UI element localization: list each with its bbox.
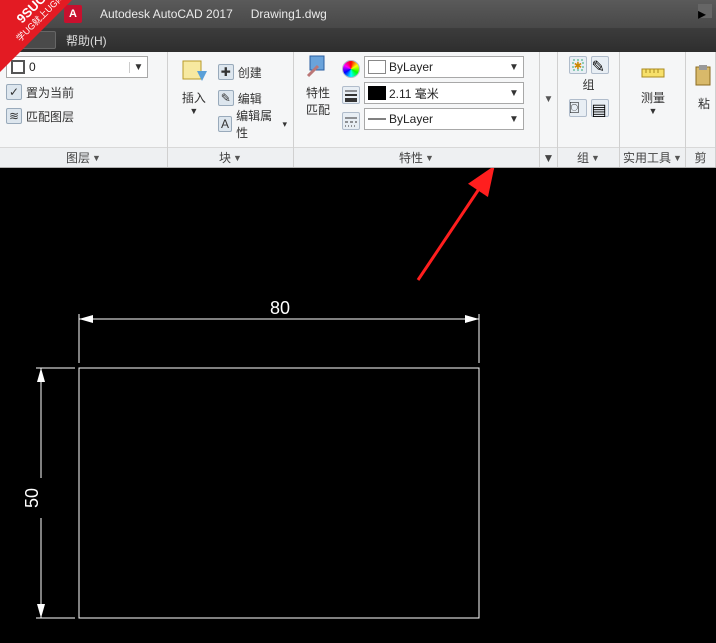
create-block-label: 创建	[238, 64, 262, 81]
lineweight-swatch	[368, 86, 386, 100]
lineweight-icon[interactable]	[342, 86, 360, 104]
edit-attr-icon: A	[218, 116, 232, 132]
panel-properties: 特性 匹配 ByLayer ▼	[294, 52, 540, 167]
match-prop-label2: 匹配	[306, 101, 330, 118]
title-right-icon: ▸	[698, 4, 712, 18]
set-current-label: 置为当前	[26, 84, 74, 101]
edit-attr-button[interactable]: A 编辑属性 ▾	[218, 114, 287, 134]
insert-block-button[interactable]: 插入 ▼	[174, 56, 214, 116]
panel-title-clipboard[interactable]: 剪	[686, 147, 715, 167]
menu-bar: 帮助(H)	[0, 28, 716, 52]
match-prop-label1: 特性	[306, 84, 330, 101]
panel-layers: 0 ▼ ✓ 置为当前 ≋ 匹配图层 图层▼	[0, 52, 168, 167]
panel-clipboard: 粘 剪	[686, 52, 716, 167]
color-swatch	[368, 60, 386, 74]
paste-button[interactable]: 粘	[692, 56, 716, 116]
insert-icon	[178, 56, 210, 87]
linetype-selector[interactable]: ByLayer ▼	[364, 108, 524, 130]
file-name: Drawing1.dwg	[251, 7, 327, 21]
clipboard-icon	[688, 61, 716, 93]
paste-label: 粘	[698, 95, 710, 112]
measure-icon	[637, 56, 669, 87]
linetype-swatch	[368, 112, 386, 126]
color-wheel-icon[interactable]	[342, 60, 360, 78]
panel-utilities: 测量 ▼ 实用工具▼	[620, 52, 686, 167]
chevron-down-icon: ▼	[129, 62, 147, 73]
chevron-down-icon: ▼	[505, 88, 523, 99]
edit-block-icon: ✎	[218, 90, 234, 106]
lineweight-selector[interactable]: 2.11 毫米 ▼	[364, 82, 524, 104]
linetype-icon[interactable]	[342, 112, 360, 130]
panel-title-properties[interactable]: 特性▼	[294, 147, 539, 167]
app-title: Autodesk AutoCAD 2017	[100, 7, 233, 21]
group-edit-icon[interactable]: ✎	[591, 56, 609, 74]
dimension-horizontal: 80	[79, 296, 479, 363]
quick-access-toolbar[interactable]	[8, 31, 56, 49]
color-selector[interactable]: ByLayer ▼	[364, 56, 524, 78]
panel-blocks: 插入 ▼ ✚ 创建 ✎ 编辑 A 编辑属性 ▾ 块▼	[168, 52, 294, 167]
measure-label: 测量	[641, 89, 665, 106]
create-block-icon: ✚	[218, 64, 234, 80]
linetype-value: ByLayer	[389, 112, 505, 126]
panel-title-layers[interactable]: 图层▼	[0, 147, 167, 167]
cad-rectangle	[79, 368, 479, 618]
set-current-layer-button[interactable]: ✓ 置为当前	[6, 82, 161, 102]
chevron-down-icon: ▼	[505, 62, 523, 73]
group-manager-icon[interactable]: ▤	[591, 99, 609, 117]
layer-selector[interactable]: 0 ▼	[6, 56, 148, 78]
dim-h-value: 80	[270, 298, 290, 318]
match-properties-button[interactable]: 特性 匹配	[300, 56, 336, 116]
autocad-icon: A	[64, 5, 82, 23]
match-prop-icon	[302, 54, 334, 82]
edit-block-label: 编辑	[238, 90, 262, 107]
current-layer: 0	[29, 60, 129, 74]
match-layer-icon: ≋	[6, 108, 22, 124]
panel-title-utilities[interactable]: 实用工具▼	[620, 147, 685, 167]
ribbon: 0 ▼ ✓ 置为当前 ≋ 匹配图层 图层▼ 插入 ▼	[0, 52, 716, 168]
set-current-icon: ✓	[6, 84, 22, 100]
measure-button[interactable]: 测量 ▼	[626, 56, 680, 116]
panel-expand[interactable]: ▼ ▼	[540, 52, 558, 167]
drawing-canvas[interactable]: 80 50	[0, 168, 716, 643]
panel-title-groups[interactable]: 组▼	[558, 147, 619, 167]
dim-v-value: 50	[22, 488, 42, 508]
group-label: 组	[582, 76, 594, 93]
menu-help[interactable]: 帮助(H)	[62, 32, 111, 49]
annotation-arrow	[418, 168, 493, 280]
lineweight-value: 2.11 毫米	[389, 85, 505, 102]
match-layer-button[interactable]: ≋ 匹配图层	[6, 106, 161, 126]
chevron-down-icon: ▼	[505, 114, 523, 125]
insert-label: 插入	[182, 89, 206, 106]
color-value: ByLayer	[389, 60, 505, 74]
edit-block-button[interactable]: ✎ 编辑	[218, 88, 287, 108]
title-bar: A Autodesk AutoCAD 2017 Drawing1.dwg ▸	[0, 0, 716, 28]
group-ungroup-icon[interactable]: ⌼	[569, 99, 587, 117]
dimension-vertical: 50	[22, 368, 75, 618]
panel-groups: ✱ ✎ 组 ⌼ ▤ 组▼	[558, 52, 620, 167]
match-layer-label: 匹配图层	[26, 108, 74, 125]
svg-text:✱: ✱	[573, 61, 581, 72]
group-create-icon[interactable]: ✱	[569, 56, 587, 74]
layer-swatch-icon	[11, 60, 25, 74]
panel-title-blocks[interactable]: 块▼	[168, 147, 293, 167]
edit-attr-label: 编辑属性	[236, 107, 278, 141]
create-block-button[interactable]: ✚ 创建	[218, 62, 287, 82]
